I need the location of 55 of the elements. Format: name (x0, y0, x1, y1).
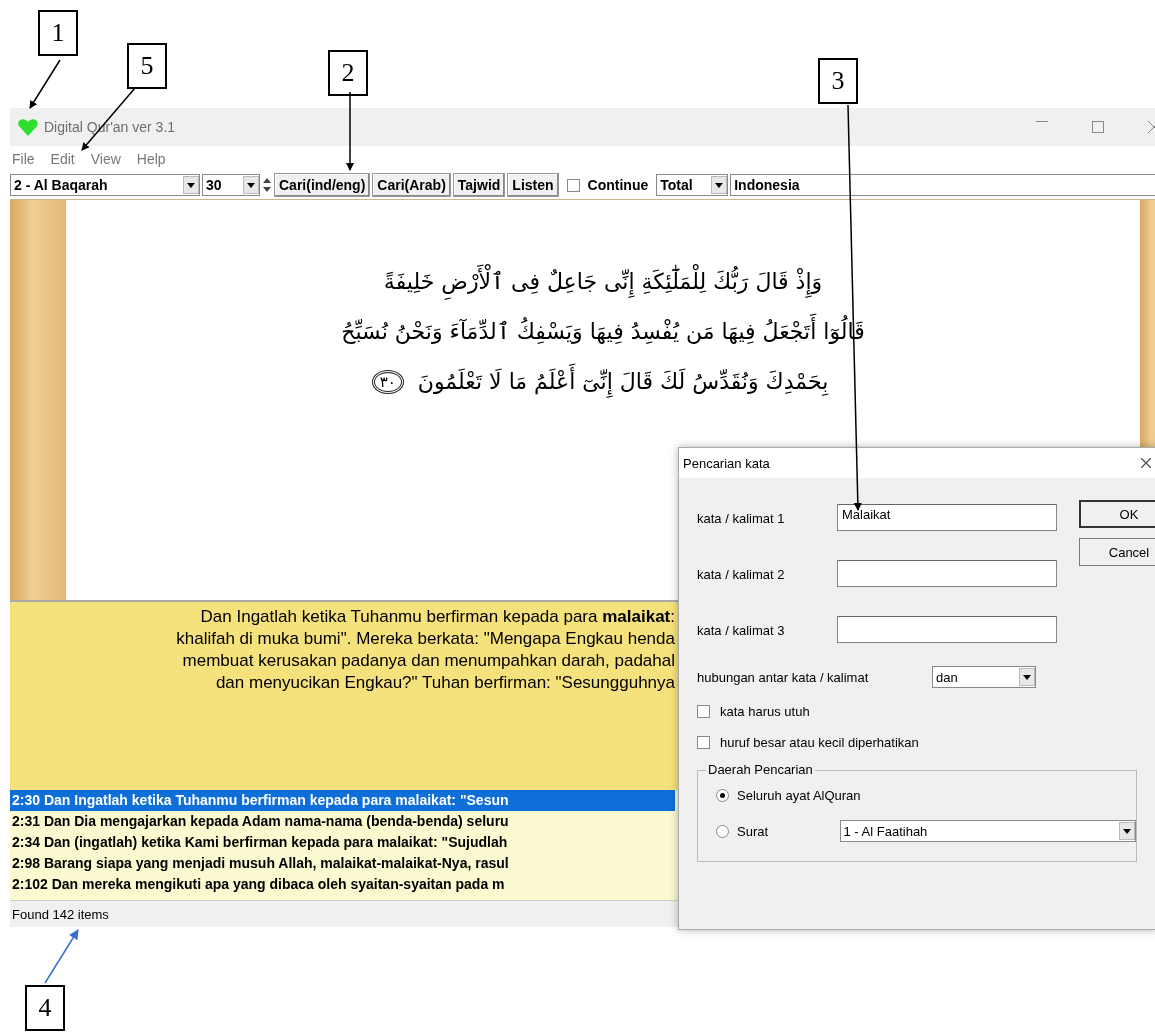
toolbar-button[interactable]: Cari(ind/eng) (274, 173, 371, 197)
result-item[interactable]: 2:34 Dan (ingatlah) ketika Kami berfirman kepada para malaikat: "Sujudlah (10, 832, 675, 853)
result-item[interactable]: 2:30 Dan Ingatlah ketika Tuhanmu berfirman kepada para malaikat: "Sesun (10, 790, 675, 811)
mode-select[interactable]: Total (656, 174, 729, 196)
radio-label: Surat (737, 823, 769, 839)
surah-select[interactable]: 1 - Al Faatihah (839, 820, 1136, 842)
callout-arrow (29, 59, 61, 109)
callout-label: 4 (25, 985, 65, 1031)
radio-label: Seluruh ayat AlQuran (737, 787, 861, 803)
surah-select[interactable]: 2 - Al Baqarah (10, 174, 200, 196)
field-label: hubungan antar kata / kalimat (697, 669, 870, 685)
status-text: Found 142 items (12, 906, 109, 922)
language-field[interactable]: Indonesia (730, 174, 1155, 196)
relation-select[interactable]: dan (932, 666, 1036, 688)
dialog-button[interactable]: OK (1079, 500, 1155, 528)
minimize-icon[interactable] (1036, 121, 1048, 123)
field-label: kata / kalimat 3 (697, 622, 785, 638)
input-field[interactable] (837, 616, 1057, 643)
maximize-icon[interactable] (1092, 121, 1104, 133)
field-label: kata / kalimat 1 (697, 510, 785, 526)
verse-select[interactable]: 30 (202, 174, 260, 196)
field-label: kata / kalimat 2 (697, 566, 785, 582)
callout-label: 3 (818, 58, 858, 104)
dialog-title: Pencarian kata (683, 455, 770, 471)
continue-checkbox[interactable] (566, 178, 580, 192)
checkbox-label: kata harus utuh (720, 704, 810, 719)
input-field[interactable]: Malaikat (837, 504, 1057, 531)
result-item[interactable]: 2:31 Dan Dia mengajarkan kepada Adam nama-nama (benda-benda) seluru (10, 811, 675, 832)
callout-label: 5 (127, 43, 167, 89)
menu-item[interactable]: Help (136, 150, 166, 167)
toolbar-button[interactable]: Listen (507, 173, 559, 197)
callout-label: 1 (38, 10, 78, 56)
callout-label: 2 (328, 50, 368, 96)
group-title: Daerah Pencarian (706, 762, 815, 777)
option-checkbox[interactable] (697, 736, 710, 749)
option-checkbox[interactable] (697, 705, 710, 718)
arabic-verse-line: وَإِذْ قَالَ رَبُّكَ لِلْمَلَٰٓئِكَةِ إِنِّى جَاعِلٌ فِى ٱلْأَرْضِ خَلِيفَةً (377, 260, 829, 304)
checkbox-label: huruf besar atau kecil diperhatikan (720, 735, 919, 750)
toolbar-button[interactable]: Tajwid (452, 173, 506, 197)
input-field[interactable] (837, 560, 1057, 587)
close-icon[interactable] (1141, 458, 1151, 468)
checkbox-label: Continue (587, 177, 649, 193)
callout-arrow (44, 929, 79, 984)
arabic-verse-line: بِحَمْدِكَ وَنُقَدِّسُ لَكَ قَالَ إِنِّىٓ أَعْلَمُ مَا لَا تَعْلَمُونَ (411, 360, 835, 404)
toolbar-button[interactable]: Cari(Arab) (372, 173, 451, 197)
result-item[interactable]: 2:98 Barang siapa yang menjadi musuh Allah, malaikat-malaikat-Nya, rasul (10, 853, 675, 874)
translation-text: Dan Ingatlah ketika Tuhanmu berfirman kepada para malaikat: khalifah di muka bumi". Mereka berkata: "Mengapa Engkau henda membuat kerusakan padanya dan menumpahkan darah, padahal dan menyucikan Engkau?" Tuhan berfirman: "Sesungguhnya (175, 606, 675, 694)
radio-button[interactable] (716, 824, 729, 838)
menu-item[interactable]: View (90, 150, 121, 167)
dialog-button[interactable]: Cancel (1079, 538, 1155, 566)
result-item[interactable]: 2:102 Dan mereka mengikuti apa yang dibaca oleh syaitan-syaitan pada m (10, 874, 675, 895)
menu-item[interactable]: Edit (50, 150, 75, 167)
radio-button[interactable] (716, 788, 729, 802)
heart-icon (18, 118, 38, 136)
menu-item[interactable]: File (12, 150, 35, 167)
